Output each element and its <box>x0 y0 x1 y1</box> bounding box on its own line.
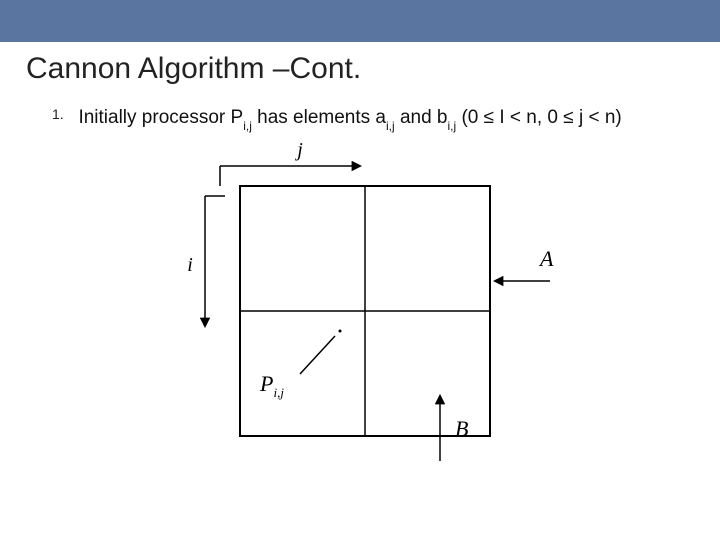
p-letter: P <box>259 371 273 396</box>
text-mid1: has elements a <box>252 107 386 128</box>
subscript-a: i,j <box>386 119 395 133</box>
diagram-container: j i A B Pi,j <box>26 136 694 471</box>
subscript-p: i,j <box>243 119 252 133</box>
list-item-1: 1. Initially processor Pi,j has elements… <box>26 106 694 132</box>
p-pointer <box>300 336 335 374</box>
j-label: j <box>294 139 303 161</box>
header-band <box>0 0 720 42</box>
i-label: i <box>187 254 193 276</box>
text-prefix: Initially processor P <box>78 107 243 128</box>
text-tail: (0 ≤ I < n, 0 ≤ j < n) <box>456 107 622 128</box>
cell-dot <box>339 330 342 333</box>
a-label: A <box>538 246 554 271</box>
list-body: Initially processor Pi,j has elements ai… <box>78 106 678 132</box>
subscript-b: i,j <box>448 119 457 133</box>
list-number: 1. <box>52 106 74 122</box>
slide-title: Cannon Algorithm –Cont. <box>26 52 694 86</box>
text-mid2: and b <box>395 107 448 128</box>
cannon-diagram: j i A B Pi,j <box>150 136 570 466</box>
slide-content: Cannon Algorithm –Cont. 1. Initially pro… <box>0 42 720 471</box>
b-label: B <box>455 416 468 441</box>
p-label: Pi,j <box>259 371 284 400</box>
p-subscript: i,j <box>273 385 284 400</box>
